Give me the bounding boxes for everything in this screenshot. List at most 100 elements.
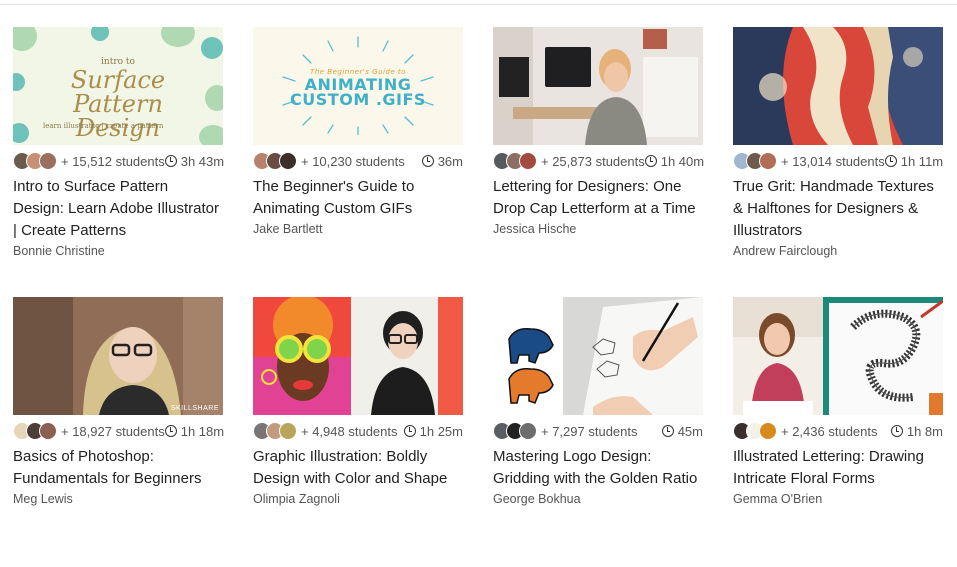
student-count: + 13,014 students bbox=[781, 153, 885, 169]
duration-text: 36m bbox=[437, 153, 463, 169]
course-meta: + 18,927 students 1h 18m bbox=[13, 417, 225, 445]
course-author[interactable]: Jake Bartlett bbox=[253, 222, 463, 236]
course-duration: 1h 40m bbox=[644, 153, 705, 169]
course-card[interactable]: + 2,436 students 1h 8m Illustrated Lette… bbox=[733, 297, 943, 567]
clock-icon bbox=[164, 155, 177, 167]
student-count: + 25,873 students bbox=[541, 153, 645, 169]
course-title[interactable]: Graphic Illustration: Boldly Design with… bbox=[253, 446, 463, 490]
student-avatars bbox=[13, 152, 57, 170]
logo-sketch-photo bbox=[493, 297, 703, 415]
duration-text: 1h 25m bbox=[419, 423, 463, 439]
course-card[interactable]: + 13,014 students 1h 11m True Grit: Hand… bbox=[733, 27, 943, 297]
course-thumbnail[interactable] bbox=[493, 297, 703, 415]
leaf-decoration bbox=[161, 27, 195, 47]
course-title[interactable]: True Grit: Handmade Textures & Halftones… bbox=[733, 176, 943, 242]
course-thumbnail[interactable] bbox=[733, 27, 943, 145]
duration-text: 3h 43m bbox=[180, 153, 225, 169]
course-thumbnail[interactable] bbox=[733, 297, 943, 415]
halftone-artwork bbox=[733, 27, 943, 145]
rose-decoration bbox=[91, 27, 109, 41]
rose-decoration bbox=[201, 37, 223, 59]
top-divider bbox=[0, 0, 957, 5]
course-card[interactable]: The Beginner's Guide to ANIMATING CUSTOM… bbox=[253, 27, 463, 297]
course-meta: + 2,436 students 1h 8m bbox=[733, 417, 943, 445]
duration-text: 1h 18m bbox=[180, 423, 225, 439]
course-author[interactable]: George Bokhua bbox=[493, 492, 703, 506]
student-count: + 2,436 students bbox=[781, 423, 878, 439]
duration-text: 45m bbox=[677, 423, 703, 439]
instructor-and-lettering-photo bbox=[733, 297, 943, 415]
leaf-decoration bbox=[13, 27, 37, 51]
avatar bbox=[279, 422, 297, 440]
course-meta: + 7,297 students 45m bbox=[493, 417, 703, 445]
course-author[interactable]: Jessica Hische bbox=[493, 222, 703, 236]
avatar bbox=[759, 422, 777, 440]
course-duration: 3h 43m bbox=[164, 153, 225, 169]
instructor-photo bbox=[13, 297, 223, 415]
duration-text: 1h 11m bbox=[900, 153, 944, 169]
course-card[interactable]: + 25,873 students 1h 40m Lettering for D… bbox=[493, 27, 705, 297]
course-author[interactable]: Gemma O'Brien bbox=[733, 492, 943, 506]
avatar bbox=[39, 152, 57, 170]
course-thumbnail[interactable] bbox=[253, 297, 463, 415]
rose-decoration bbox=[13, 123, 29, 143]
course-card[interactable]: SKILLSHARE + 18,927 students 1h 18m Basi… bbox=[13, 297, 225, 567]
student-count: + 10,230 students bbox=[301, 153, 405, 169]
course-thumbnail[interactable]: SKILLSHARE bbox=[13, 297, 223, 415]
course-author[interactable]: Olimpia Zagnoli bbox=[253, 492, 463, 506]
course-thumbnail[interactable]: The Beginner's Guide to ANIMATING CUSTOM… bbox=[253, 27, 463, 145]
watermark: SKILLSHARE bbox=[170, 405, 219, 412]
student-avatars bbox=[733, 152, 777, 170]
rose-decoration bbox=[13, 73, 25, 91]
clock-icon bbox=[421, 155, 434, 167]
course-duration: 36m bbox=[421, 153, 463, 169]
leaf-decoration bbox=[205, 85, 223, 111]
illustration-and-photo bbox=[253, 297, 463, 415]
student-avatars bbox=[493, 422, 537, 440]
course-author[interactable]: Andrew Fairclough bbox=[733, 244, 943, 258]
instructor-photo bbox=[493, 27, 703, 145]
student-avatars bbox=[493, 152, 537, 170]
student-avatars bbox=[253, 152, 297, 170]
avatar bbox=[519, 152, 537, 170]
course-duration: 1h 11m bbox=[884, 153, 944, 169]
course-card[interactable]: + 4,948 students 1h 25m Graphic Illustra… bbox=[253, 297, 463, 567]
student-count: + 15,512 students bbox=[61, 153, 165, 169]
clock-icon bbox=[644, 155, 657, 167]
clock-icon bbox=[890, 425, 903, 437]
course-grid: intro to Surface Pattern Design learn il… bbox=[13, 27, 943, 567]
student-avatars bbox=[13, 422, 57, 440]
avatar bbox=[39, 422, 57, 440]
course-title[interactable]: Illustrated Lettering: Drawing Intricate… bbox=[733, 446, 943, 490]
course-title[interactable]: The Beginner's Guide to Animating Custom… bbox=[253, 176, 463, 220]
course-title[interactable]: Basics of Photoshop: Fundamentals for Be… bbox=[13, 446, 223, 490]
course-duration: 1h 25m bbox=[403, 423, 463, 439]
course-duration: 45m bbox=[661, 423, 703, 439]
avatar bbox=[519, 422, 537, 440]
course-card[interactable]: + 7,297 students 45m Mastering Logo Desi… bbox=[493, 297, 703, 567]
avatar bbox=[759, 152, 777, 170]
course-author[interactable]: Meg Lewis bbox=[13, 492, 223, 506]
course-title[interactable]: Mastering Logo Design: Gridding with the… bbox=[493, 446, 703, 490]
course-thumbnail[interactable] bbox=[493, 27, 703, 145]
clock-icon bbox=[403, 425, 416, 437]
course-title[interactable]: Intro to Surface Pattern Design: Learn A… bbox=[13, 176, 223, 242]
clock-icon bbox=[661, 425, 674, 437]
student-count: + 7,297 students bbox=[541, 423, 638, 439]
course-author[interactable]: Bonnie Christine bbox=[13, 244, 223, 258]
duration-text: 1h 8m bbox=[906, 423, 943, 439]
duration-text: 1h 40m bbox=[660, 153, 705, 169]
course-duration: 1h 18m bbox=[164, 423, 225, 439]
thumbnail-title: The Beginner's Guide to ANIMATING CUSTOM… bbox=[290, 68, 426, 109]
course-thumbnail[interactable]: intro to Surface Pattern Design learn il… bbox=[13, 27, 223, 145]
course-title[interactable]: Lettering for Designers: One Drop Cap Le… bbox=[493, 176, 703, 220]
course-meta: + 10,230 students 36m bbox=[253, 147, 463, 175]
course-card[interactable]: intro to Surface Pattern Design learn il… bbox=[13, 27, 225, 297]
course-duration: 1h 8m bbox=[890, 423, 943, 439]
clock-icon bbox=[164, 425, 177, 437]
course-meta: + 15,512 students 3h 43m bbox=[13, 147, 225, 175]
avatar bbox=[279, 152, 297, 170]
clock-icon bbox=[884, 155, 897, 167]
student-avatars bbox=[733, 422, 777, 440]
course-meta: + 4,948 students 1h 25m bbox=[253, 417, 463, 445]
